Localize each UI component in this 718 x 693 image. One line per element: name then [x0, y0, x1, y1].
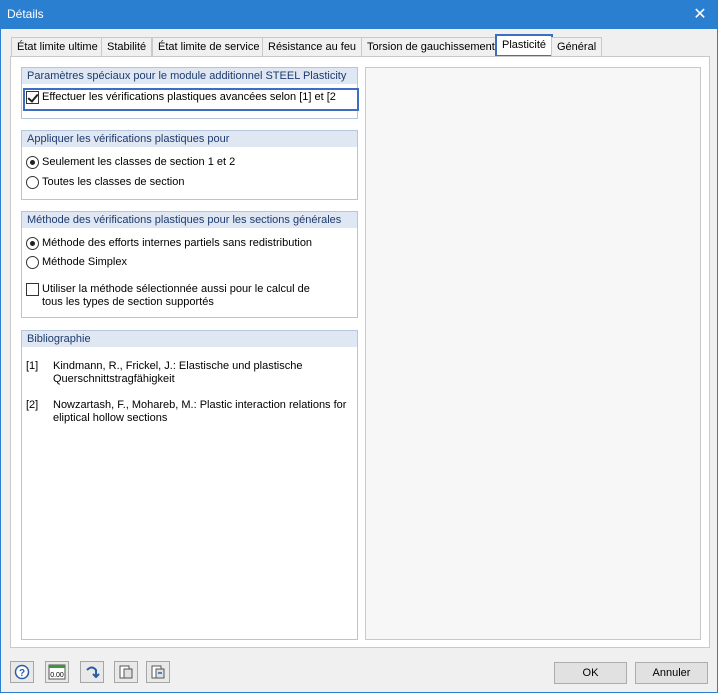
group-header: Bibliographie: [22, 331, 357, 347]
tab-torsion-gauchissement[interactable]: Torsion de gauchissement: [361, 37, 501, 57]
apply-all-sections-checkbox-row[interactable]: Utiliser la méthode sélectionnée aussi p…: [26, 283, 312, 309]
radio-row-partial-forces[interactable]: Méthode des efforts internes partiels sa…: [26, 237, 312, 250]
close-icon[interactable]: ✕: [689, 4, 711, 26]
group-header: Appliquer les vérifications plastiques p…: [22, 131, 357, 147]
title-bar: Détails ✕: [1, 1, 717, 29]
decimal-places-icon[interactable]: 0.00: [45, 661, 69, 683]
tab-stabilite[interactable]: Stabilité: [101, 37, 153, 57]
group-bibliography: Bibliographie [1] Kindmann, R., Frickel,…: [21, 330, 358, 640]
svg-text:?: ?: [19, 668, 25, 679]
tab-etat-limite-ultime[interactable]: État limite ultime: [11, 37, 104, 57]
radio-label: Toutes les classes de section: [42, 176, 185, 188]
advanced-verification-label: Effectuer les vérifications plastiques a…: [42, 91, 336, 103]
radio-label: Méthode des efforts internes partiels sa…: [42, 237, 313, 249]
radio-all-classes[interactable]: [26, 176, 39, 189]
decimal-places-text: 0.00: [50, 672, 64, 679]
group-method: Méthode des vérifications plastiques pou…: [21, 211, 358, 318]
help-icon[interactable]: ?: [10, 661, 34, 683]
radio-row-all-classes[interactable]: Toutes les classes de section: [26, 176, 184, 189]
advanced-verification-checkbox[interactable]: [26, 91, 39, 104]
apply-all-sections-checkbox[interactable]: [26, 283, 39, 296]
bib-text: Kindmann, R., Frickel, J.: Elastische un…: [53, 360, 303, 385]
group-apply-verifications: Appliquer les vérifications plastiques p…: [21, 130, 358, 200]
bib-number: [1]: [26, 360, 39, 372]
plasticite-panel: Paramètres spéciaux pour le module addit…: [10, 56, 710, 648]
radio-classes-1-2[interactable]: [26, 156, 39, 169]
group-steel-plasticity: Paramètres spéciaux pour le module addit…: [21, 67, 359, 119]
radio-label: Méthode Simplex: [42, 256, 127, 268]
radio-row-classes-1-2[interactable]: Seulement les classes de section 1 et 2: [26, 156, 235, 169]
radio-label: Seulement les classes de section 1 et 2: [42, 156, 236, 168]
window-title: Détails: [7, 7, 44, 21]
radio-row-simplex[interactable]: Méthode Simplex: [26, 256, 127, 269]
group-header: Méthode des vérifications plastiques pou…: [22, 212, 357, 228]
details-preview-panel: [365, 67, 701, 640]
tab-resistance-au-feu[interactable]: Résistance au feu: [262, 37, 363, 57]
apply-all-sections-label: Utiliser la méthode sélectionnée aussi p…: [42, 283, 310, 308]
radio-partial-forces[interactable]: [26, 237, 39, 250]
import-settings-icon[interactable]: [146, 661, 170, 683]
cancel-button[interactable]: Annuler: [635, 662, 708, 684]
radio-simplex[interactable]: [26, 256, 39, 269]
ok-button[interactable]: OK: [554, 662, 627, 684]
tab-plasticite[interactable]: Plasticité: [495, 34, 554, 57]
advanced-verification-checkbox-row[interactable]: Effectuer les vérifications plastiques a…: [26, 91, 336, 104]
tab-general[interactable]: Général: [551, 37, 603, 57]
bib-number: [2]: [26, 399, 39, 411]
tab-etat-limite-service[interactable]: État limite de service: [152, 37, 266, 57]
bib-text: Nowzartash, F., Mohareb, M.: Plastic int…: [53, 399, 347, 424]
reset-arrow-icon[interactable]: [80, 661, 104, 683]
export-settings-icon[interactable]: [114, 661, 138, 683]
group-header: Paramètres spéciaux pour le module addit…: [22, 68, 357, 84]
details-dialog: Détails ✕ État limite ultime Stabilité É…: [0, 0, 718, 693]
